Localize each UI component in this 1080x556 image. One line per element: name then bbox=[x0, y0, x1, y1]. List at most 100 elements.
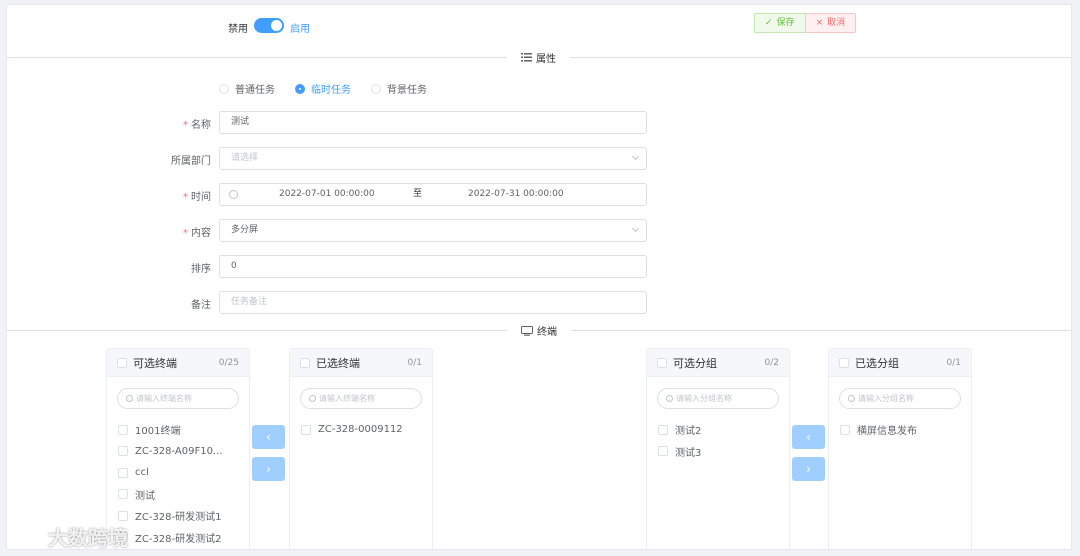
department-placeholder: 请选择 bbox=[231, 153, 259, 163]
search-placeholder: 请输入终端名称 bbox=[319, 394, 375, 403]
search-placeholder: 请输入终端名称 bbox=[136, 394, 192, 403]
list-item[interactable]: 1001终端 bbox=[118, 419, 238, 441]
list-item[interactable]: ccl bbox=[118, 462, 238, 484]
item-label: 测试2 bbox=[675, 426, 702, 438]
name-label-text: 名称 bbox=[191, 120, 211, 131]
panel-title: 已选分组 bbox=[855, 356, 899, 370]
end-date[interactable]: 2022-07-31 00:00:00 bbox=[468, 184, 564, 205]
list-item[interactable]: 测试2 bbox=[658, 419, 778, 441]
terminal-search-input[interactable]: 请输入终端名称 bbox=[300, 388, 422, 409]
form-row-remark: 备注 任务备注 bbox=[7, 291, 707, 314]
order-input[interactable]: 0 bbox=[219, 255, 647, 278]
date-range-picker[interactable]: 2022-07-01 00:00:00 至 2022-07-31 00:00:0… bbox=[219, 183, 647, 206]
radio-label: 临时任务 bbox=[311, 85, 351, 96]
check-icon: ✓ bbox=[765, 18, 773, 28]
item-label: 1001终端 bbox=[135, 426, 181, 438]
panel-count: 0/25 bbox=[218, 357, 239, 368]
item-label: 横屏信息发布 bbox=[857, 426, 917, 438]
panel-header: 可选终端 0/25 bbox=[107, 349, 249, 377]
move-left-button[interactable]: ‹ bbox=[252, 425, 285, 449]
list-item[interactable]: 测试 bbox=[118, 484, 238, 506]
terminals-heading: 终端 bbox=[507, 323, 571, 338]
list-item[interactable]: 横屏信息发布 bbox=[840, 419, 960, 441]
group-search-input[interactable]: 请输入分组名称 bbox=[839, 388, 961, 409]
list-item[interactable]: ZC-328-0009112 bbox=[301, 419, 421, 441]
close-icon: × bbox=[815, 18, 824, 28]
item-checkbox[interactable] bbox=[301, 424, 311, 435]
selected-terminals-panel: 已选终端 0/1 请输入终端名称 ZC-328-0009112 bbox=[289, 348, 433, 549]
radio-normal-task[interactable]: 普通任务 bbox=[219, 81, 275, 96]
radio-dot bbox=[295, 83, 305, 94]
list-item[interactable]: ZC-328-研发测试2 bbox=[118, 527, 238, 549]
cancel-button[interactable]: × 取消 bbox=[805, 13, 857, 33]
watermark-logo-icon bbox=[11, 527, 37, 545]
item-checkbox[interactable] bbox=[658, 446, 668, 457]
toggle-knob bbox=[271, 20, 282, 31]
form-row-content: * 内容 多分屏 bbox=[7, 219, 707, 242]
chevron-down-icon bbox=[631, 224, 640, 233]
item-checkbox[interactable] bbox=[658, 424, 668, 435]
item-label: ZC-328-0009112 bbox=[318, 424, 403, 436]
panel-title: 已选终端 bbox=[316, 356, 360, 370]
name-input[interactable]: 测试 bbox=[219, 111, 647, 134]
panel-header: 已选终端 0/1 bbox=[290, 349, 432, 377]
content-select[interactable]: 多分屏 bbox=[219, 219, 647, 242]
terminal-list: ZC-328-0009112 bbox=[290, 409, 432, 441]
chevron-down-icon bbox=[631, 152, 640, 161]
radio-temporary-task[interactable]: 临时任务 bbox=[295, 81, 351, 96]
item-checkbox[interactable] bbox=[118, 446, 128, 457]
terminal-list: 1001终端 ZC-328-A09F10... ccl 测试 ZC-328-研发… bbox=[107, 409, 249, 548]
radio-background-task[interactable]: 背景任务 bbox=[371, 81, 427, 96]
search-icon bbox=[309, 395, 316, 402]
list-item[interactable]: ZC-328-研发测试1 bbox=[118, 505, 238, 527]
item-checkbox[interactable] bbox=[118, 467, 128, 478]
status-toggle[interactable] bbox=[254, 18, 284, 33]
cancel-label: 取消 bbox=[827, 18, 846, 28]
order-label: 排序 bbox=[191, 264, 211, 275]
select-all-checkbox[interactable] bbox=[117, 357, 127, 368]
remark-placeholder: 任务备注 bbox=[231, 297, 268, 307]
item-label: ZC-328-研发测试2 bbox=[135, 533, 222, 545]
list-item[interactable]: ZC-328-A09F10... bbox=[118, 441, 238, 463]
list-item[interactable]: 测试3 bbox=[658, 441, 778, 463]
save-label: 保存 bbox=[776, 18, 795, 28]
enabled-label: 启用 bbox=[290, 24, 310, 35]
content-label: * 内容 bbox=[183, 224, 211, 239]
item-checkbox[interactable] bbox=[840, 424, 850, 435]
item-checkbox[interactable] bbox=[118, 489, 128, 500]
selected-groups-panel: 已选分组 0/1 请输入分组名称 横屏信息发布 bbox=[828, 348, 972, 549]
start-date[interactable]: 2022-07-01 00:00:00 bbox=[279, 184, 375, 205]
available-terminals-panel: 可选终端 0/25 请输入终端名称 1001终端 ZC-328-A09F10..… bbox=[106, 348, 250, 549]
available-groups-panel: 可选分组 0/2 请输入分组名称 测试2 测试3 bbox=[646, 348, 790, 549]
terminal-search-input[interactable]: 请输入终端名称 bbox=[117, 388, 239, 409]
time-label-text: 时间 bbox=[191, 192, 211, 203]
select-all-checkbox[interactable] bbox=[657, 357, 667, 368]
group-search-input[interactable]: 请输入分组名称 bbox=[657, 388, 779, 409]
search-icon bbox=[848, 395, 855, 402]
panel-title: 可选分组 bbox=[673, 356, 717, 370]
task-edit-panel: 禁用 启用 ✓ 保存 × 取消 属性 普通任务 临时任务 背景任务 * 名称 测试… bbox=[6, 4, 1072, 550]
save-button[interactable]: ✓ 保存 bbox=[754, 13, 806, 33]
properties-heading: 属性 bbox=[507, 50, 570, 65]
list-icon bbox=[521, 53, 532, 62]
department-label: 所属部门 bbox=[171, 156, 211, 167]
search-icon bbox=[666, 395, 673, 402]
panel-count: 0/2 bbox=[764, 357, 779, 368]
move-right-button[interactable]: › bbox=[792, 457, 825, 481]
department-select[interactable]: 请选择 bbox=[219, 147, 647, 170]
panel-header: 可选分组 0/2 bbox=[647, 349, 789, 377]
group-list: 测试2 测试3 bbox=[647, 409, 789, 462]
panel-count: 0/1 bbox=[946, 357, 961, 368]
form-row-department: 所属部门 请选择 bbox=[7, 147, 707, 170]
select-all-checkbox[interactable] bbox=[300, 357, 310, 368]
panel-count: 0/1 bbox=[407, 357, 422, 368]
move-right-button[interactable]: › bbox=[252, 457, 285, 481]
remark-input[interactable]: 任务备注 bbox=[219, 291, 647, 314]
remark-label: 备注 bbox=[191, 300, 211, 311]
select-all-checkbox[interactable] bbox=[839, 357, 849, 368]
move-left-button[interactable]: ‹ bbox=[792, 425, 825, 449]
item-checkbox[interactable] bbox=[118, 424, 128, 435]
radio-label: 普通任务 bbox=[235, 85, 275, 96]
item-checkbox[interactable] bbox=[118, 510, 128, 521]
form-row-time: * 时间 2022-07-01 00:00:00 至 2022-07-31 00:… bbox=[7, 183, 707, 206]
